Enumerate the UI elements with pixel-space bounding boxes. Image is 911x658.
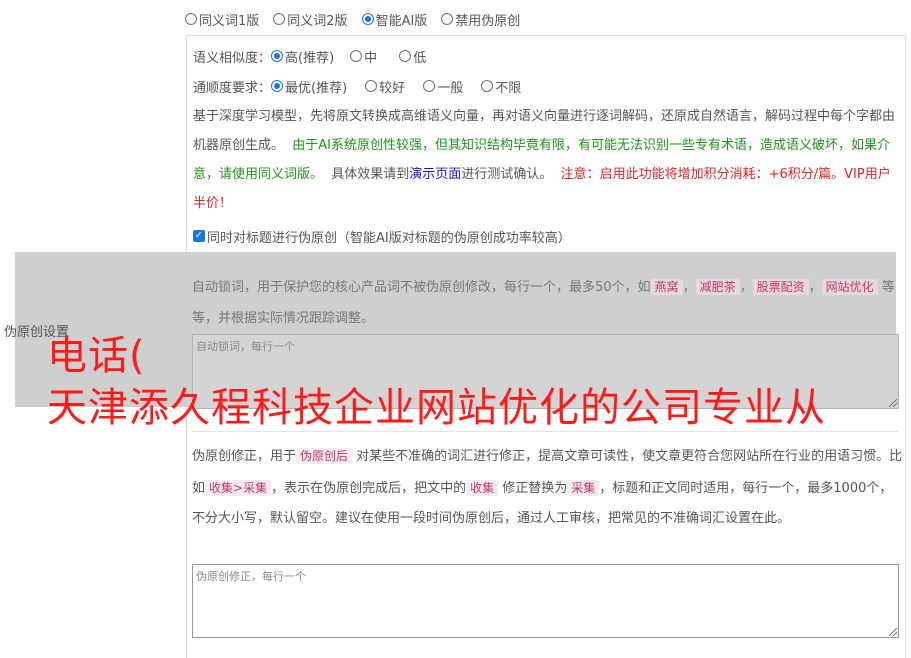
textarea-placeholder: 伪原创修正，每行一个 [196, 570, 306, 583]
separator: ， [739, 280, 753, 295]
radio-label: 智能AI版 [375, 13, 428, 29]
fluency-row: 通顺度要求： 最优(推荐) 较好 一般 不限 [193, 75, 535, 97]
radio-label: 不限 [495, 80, 522, 96]
ai-description: 基于深度学习模型，先将原文转换成高维语义向量，再对语义向量进行逐词解码，还原成自… [193, 102, 899, 218]
example-tag: 采集 [567, 479, 600, 496]
similarity-label: 语义相似度： [193, 50, 272, 66]
radio-dot[interactable] [423, 80, 436, 92]
similarity-row: 语义相似度： 高(推荐) 中 低 [193, 45, 440, 67]
radio-dot[interactable] [350, 50, 363, 62]
radio-label: 禁用伪原创 [455, 13, 521, 29]
radio-label: 中 [364, 50, 378, 66]
radio-label: 同义词1版 [199, 13, 260, 29]
radio-disable-rewrite[interactable]: 禁用伪原创 [441, 10, 520, 29]
radio-dot[interactable] [481, 80, 494, 92]
radio-dot-selected[interactable] [361, 13, 374, 25]
title-rewrite-label: 同时对标题进行伪原创（智能AI版对标题的伪原创成功率较高） [207, 230, 571, 246]
radio-fluency-good[interactable]: 较好 [365, 77, 405, 96]
radio-label: 最优(推荐) [285, 80, 348, 96]
example-tag: 减肥茶 [695, 279, 740, 295]
fix-text: ，表示在伪原创完成后，把文中的 [271, 480, 467, 496]
lock-text: 自动锁词，用于保护您的核心产品词不被伪原创修改，每行一个，最多50个，如 [192, 280, 651, 295]
resize-grip-icon[interactable] [889, 628, 897, 636]
radio-dot[interactable] [399, 50, 412, 62]
radio-dot[interactable] [441, 13, 454, 25]
radio-synonym-v2[interactable]: 同义词2版 [273, 10, 348, 29]
fix-text: 修正替换为 [502, 480, 568, 496]
separator: ， [682, 280, 696, 295]
example-tag: 收集>采集 [205, 479, 272, 496]
demo-page-link[interactable]: 演示页面 [409, 167, 461, 182]
ai-settings-panel: 语义相似度： 高(推荐) 中 低 通顺度要求： 最优(推荐) 较好 一般 不限 … [186, 35, 906, 252]
example-tag: 燕窝 [650, 279, 683, 295]
title-rewrite-checkbox[interactable]: ✓ [193, 230, 205, 242]
radio-smart-ai[interactable]: 智能AI版 [361, 10, 428, 29]
radio-similarity-high[interactable]: 高(推荐) [271, 47, 334, 66]
radio-dot[interactable] [273, 13, 286, 25]
radio-label: 高(推荐) [285, 50, 335, 66]
example-tag: 收集 [466, 479, 499, 496]
radio-label: 较好 [379, 80, 406, 96]
example-tag: 网站优化 [821, 279, 878, 295]
radio-similarity-low[interactable]: 低 [399, 47, 426, 66]
description-text: 进行测试确认。 [461, 167, 553, 182]
phone-overlay-text: 电话( 天津添久程科技企业网站优化的公司专业从 [47, 330, 826, 434]
description-text: 具体效果请到 [331, 167, 410, 182]
radio-fluency-best[interactable]: 最优(推荐) [271, 77, 347, 96]
radio-label: 同义词2版 [287, 13, 348, 29]
radio-dot-selected[interactable] [271, 50, 284, 62]
overlay-line-2: 天津添久程科技企业网站优化的公司专业从 [47, 385, 826, 431]
resize-grip-icon[interactable] [889, 399, 897, 407]
radio-label: 低 [413, 50, 427, 66]
lock-words-description: 自动锁词，用于保护您的核心产品词不被伪原创修改，每行一个，最多50个，如 燕窝，减… [192, 272, 898, 334]
overlay-line-1: 电话( [47, 333, 146, 379]
fix-text: 伪原创修正，用于 [192, 449, 297, 464]
radio-dot-selected[interactable] [271, 80, 284, 92]
radio-dot[interactable] [185, 13, 197, 25]
fix-words-textarea[interactable]: 伪原创修正，每行一个 [192, 564, 899, 638]
version-radio-group: 同义词1版 同义词2版 智能AI版 禁用伪原创 [185, 9, 534, 29]
radio-similarity-medium[interactable]: 中 [350, 47, 377, 66]
title-rewrite-row: ✓ 同时对标题进行伪原创（智能AI版对标题的伪原创成功率较高） [193, 225, 571, 247]
radio-synonym-v1[interactable]: 同义词1版 [185, 10, 259, 29]
radio-label: 一般 [437, 80, 464, 96]
radio-fluency-normal[interactable]: 一般 [423, 77, 463, 96]
separator: ， [808, 280, 822, 295]
fluency-label: 通顺度要求： [193, 80, 272, 96]
radio-fluency-any[interactable]: 不限 [481, 77, 521, 96]
radio-dot[interactable] [365, 80, 378, 92]
example-tag: 伪原创后 [296, 448, 353, 464]
example-tag: 股票配资 [752, 279, 809, 295]
fix-words-description: 伪原创修正，用于 伪原创后 对某些不准确的词汇进行修正，提高文章可读性，使文章更符… [192, 441, 904, 535]
